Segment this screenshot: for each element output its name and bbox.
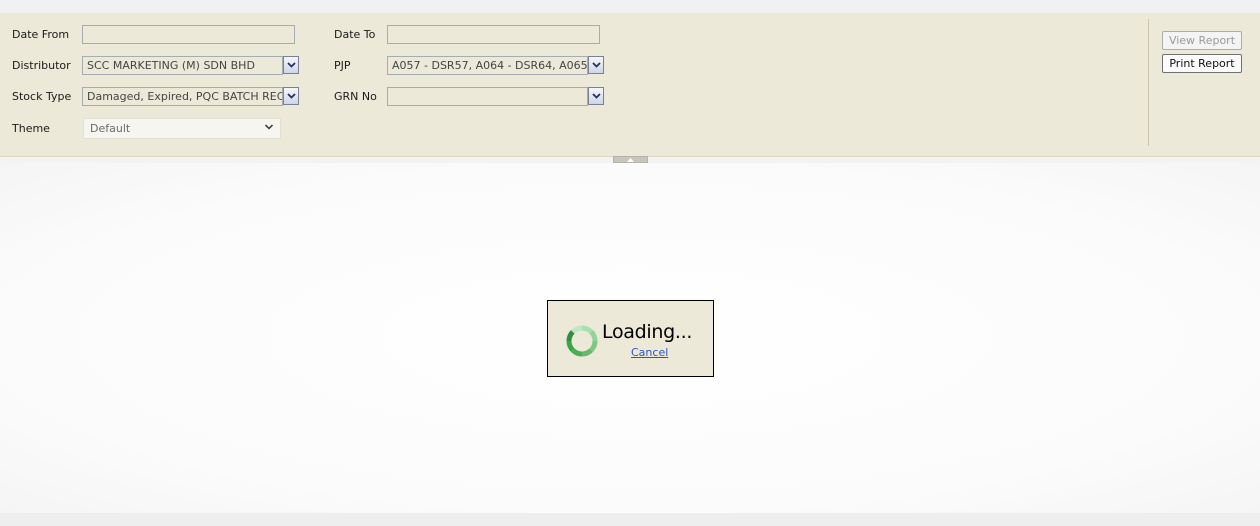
top-strip [0,0,1260,13]
date-to-label: Date To [334,28,376,41]
pjp-combo[interactable]: A057 - DSR57, A064 - DSR64, A065 [387,56,588,75]
collapse-parameters-button[interactable] [613,156,648,163]
stock-type-combo[interactable]: Damaged, Expired, PQC BATCH REC [82,87,283,106]
theme-select[interactable]: Default [83,118,281,139]
bottom-strip [0,513,1260,526]
cancel-link[interactable]: Cancel [631,346,668,359]
chevron-down-icon [591,62,601,68]
pjp-dropdown-button[interactable] [588,56,604,74]
pjp-label: PJP [334,59,351,72]
stock-type-label: Stock Type [12,90,72,103]
distributor-label: Distributor [12,59,71,72]
loading-text: Loading... [602,321,693,343]
grn-no-label: GRN No [334,90,377,103]
date-to-input[interactable] [387,25,600,44]
distributor-dropdown-button[interactable] [283,56,299,74]
chevron-down-icon [591,93,601,99]
chevron-down-icon [264,124,274,130]
chevron-up-icon [627,157,634,162]
view-report-button[interactable]: View Report [1162,31,1242,50]
distributor-combo[interactable]: SCC MARKETING (M) SDN BHD [82,56,283,75]
grn-no-combo[interactable] [387,87,588,106]
date-from-input[interactable] [82,25,295,44]
chevron-down-icon [286,62,296,68]
theme-label: Theme [12,122,50,135]
stock-type-dropdown-button[interactable] [283,87,299,105]
grn-no-dropdown-button[interactable] [588,87,604,105]
loading-dialog: Loading... Cancel [547,300,714,377]
date-from-label: Date From [12,28,70,41]
toolbar-divider [1148,19,1149,146]
print-report-button[interactable]: Print Report [1162,54,1242,73]
spinner-icon [566,325,598,357]
chevron-down-icon [286,93,296,99]
theme-value: Default [90,122,131,135]
